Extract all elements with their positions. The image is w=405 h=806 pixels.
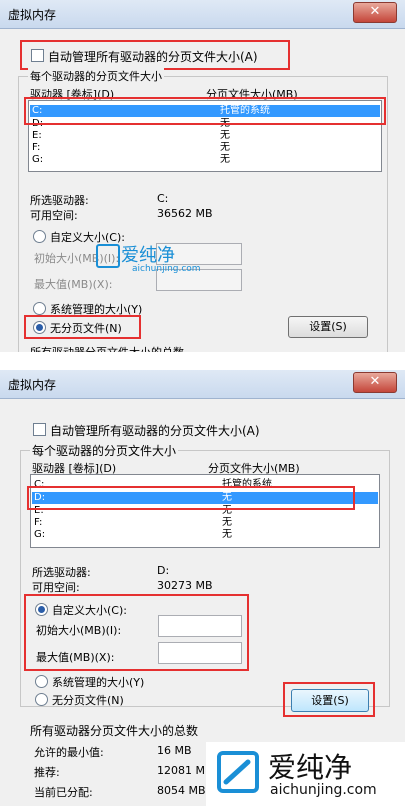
min-allowed-label: 允许的最小值: <box>34 746 104 759</box>
system-managed-radio[interactable] <box>35 675 48 688</box>
auto-manage-checkbox[interactable] <box>33 423 46 436</box>
title-bar: 虚拟内存 ✕ <box>0 0 405 29</box>
free-space-value: 36562 MB <box>157 207 213 220</box>
window-title: 虚拟内存 <box>8 8 57 22</box>
drive-row[interactable]: G: 无 <box>32 529 378 541</box>
selected-drive-value: C: <box>157 192 169 205</box>
drive-row[interactable]: G: 无 <box>30 154 380 166</box>
highlight-auto-manage <box>20 40 290 70</box>
drive-row[interactable]: F: 无 <box>30 142 380 154</box>
virtual-memory-dialog-2: 虚拟内存 ✕ 自动管理所有驱动器的分页文件大小(A) 每个驱动器的分页文件大小 … <box>0 370 405 806</box>
watermark-url: aichunjing.com <box>132 264 201 274</box>
selected-drive-value: D: <box>157 564 170 577</box>
watermark-logo-icon <box>96 244 120 268</box>
selected-drive-label: 所选驱动器: <box>30 194 89 207</box>
highlight-set-button <box>283 682 375 717</box>
free-space-value: 30273 MB <box>157 579 213 592</box>
watermark-logo-icon <box>216 750 260 794</box>
group-title: 每个驱动器的分页文件大小 <box>28 68 164 84</box>
set-button[interactable]: 设置(S) <box>288 316 368 338</box>
virtual-memory-dialog-1: 虚拟内存 ✕ 自动管理所有驱动器的分页文件大小(A) 每个驱动器的分页文件大小 … <box>0 0 405 352</box>
recommended-value: 12081 MB <box>157 764 213 777</box>
totals-title-partial: 所有驱动器分页文件大小的总数 <box>30 344 184 352</box>
watermark-brand: 爱纯净 <box>268 751 353 784</box>
current-label: 当前已分配: <box>34 786 93 799</box>
group-title: 每个驱动器的分页文件大小 <box>30 442 179 459</box>
highlight-drive-c <box>24 97 386 125</box>
drive-row[interactable]: E: 无 <box>30 130 380 142</box>
totals-title: 所有驱动器分页文件大小的总数 <box>30 724 199 738</box>
system-managed-radio[interactable] <box>33 302 46 315</box>
custom-size-label: 自定义大小(C): <box>50 231 125 244</box>
close-icon[interactable]: ✕ <box>353 2 397 23</box>
close-icon[interactable]: ✕ <box>353 372 397 393</box>
selected-drive-label: 所选驱动器: <box>32 566 91 579</box>
drive-row[interactable]: F: 无 <box>32 517 378 529</box>
no-paging-radio[interactable] <box>35 693 48 706</box>
free-space-label: 可用空间: <box>32 581 80 594</box>
auto-manage-label: 自动管理所有驱动器的分页文件大小(A) <box>50 424 260 438</box>
system-managed-label: 系统管理的大小(Y) <box>52 676 145 689</box>
recommended-label: 推荐: <box>34 766 60 779</box>
max-size-label: 最大值(MB)(X): <box>34 278 113 291</box>
title-bar: 虚拟内存 ✕ <box>0 370 405 399</box>
highlight-drive-d <box>27 486 355 510</box>
highlight-custom-size <box>24 594 249 671</box>
watermark-url: aichunjing.com <box>270 782 377 798</box>
no-paging-label: 无分页文件(N) <box>52 694 124 707</box>
free-space-label: 可用空间: <box>30 209 78 222</box>
highlight-no-paging <box>24 315 141 339</box>
window-title: 虚拟内存 <box>8 378 57 392</box>
custom-size-radio[interactable] <box>33 230 46 243</box>
current-value: 8054 MB <box>157 784 206 797</box>
min-allowed-value: 16 MB <box>157 744 192 757</box>
